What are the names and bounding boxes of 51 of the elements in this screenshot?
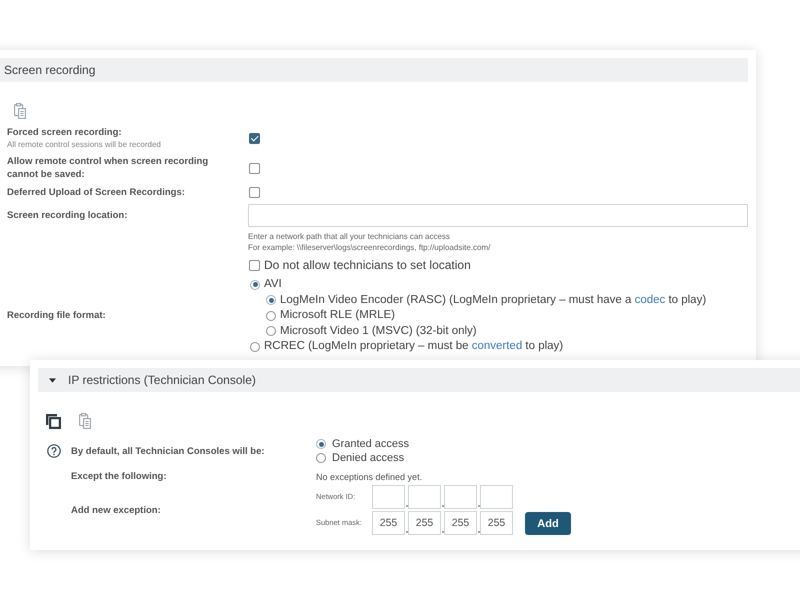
setting-description: All remote control sessions will be recorded (7, 139, 161, 150)
checkbox-label: Do not allow technicians to set location (264, 257, 471, 273)
caret-icon[interactable] (49, 378, 56, 382)
setting-label: Recording file format: (7, 309, 106, 322)
section-title: IP restrictions (Technician Console) (68, 373, 256, 387)
option-label: Microsoft RLE (MRLE) (280, 308, 396, 323)
octet-field[interactable]: 255 (480, 511, 513, 535)
option-label: Granted access (332, 437, 410, 451)
setting-label: Except the following: (71, 470, 167, 482)
octet-field[interactable] (408, 485, 441, 509)
hint-text: Enter a network path that all your technicians can access (248, 231, 450, 242)
setting-label: By default, all Technician Consoles will be: (71, 444, 265, 458)
setting-label: Deferred Upload of Screen Recordings: (7, 186, 185, 199)
radio-button[interactable] (250, 342, 260, 352)
hint-text: For example: \\fileserver\logs\screenrecordings, ftp://uploadsite.com/ (248, 242, 490, 253)
octet-field[interactable] (480, 485, 513, 509)
radio-button[interactable] (316, 453, 326, 463)
octet-field[interactable] (372, 485, 405, 509)
radio-button[interactable] (266, 295, 276, 306)
option-label: RCREC (LogMeIn proprietary – must be converted to play) (264, 339, 564, 354)
clipboard-icon[interactable] (14, 103, 26, 119)
radio-button[interactable] (250, 280, 260, 290)
status-text: No exceptions defined yet. (316, 472, 422, 482)
help-icon[interactable] (47, 444, 61, 458)
octet-field[interactable]: 255 (444, 511, 477, 535)
radio-button[interactable] (266, 326, 276, 336)
inline-link[interactable]: codec (634, 294, 666, 306)
octet-field[interactable]: 255 (408, 511, 441, 535)
option-label: Denied access (332, 451, 404, 465)
option-label: AVI (264, 277, 282, 292)
setting-label: Allow remote control when screen recording cannot be saved: (7, 155, 210, 181)
copy-icon[interactable] (46, 414, 61, 428)
section-header[interactable]: IP restrictions (Technician Console) (38, 368, 800, 392)
octet-field[interactable] (444, 485, 477, 509)
setting-label: Screen recording location: (7, 209, 128, 223)
checkbox[interactable] (249, 187, 260, 198)
setting-label: Add new exception: (71, 504, 161, 516)
checkbox[interactable] (249, 132, 260, 144)
option-label: LogMeIn Video Encoder (RASC) (LogMeIn proprietary – must have a codec to play) (280, 292, 706, 308)
checkbox[interactable] (249, 162, 260, 174)
inline-link[interactable]: converted (472, 340, 522, 352)
add-button[interactable]: Add (525, 512, 571, 535)
section-title: Screen recording (4, 63, 96, 77)
radio-button[interactable] (316, 439, 326, 449)
location-field[interactable] (248, 204, 748, 227)
option-label: Microsoft Video 1 (MSVC) (32-bit only) (280, 324, 477, 338)
clipboard-icon[interactable] (79, 413, 91, 429)
radio-button[interactable] (266, 310, 276, 321)
checkbox[interactable] (249, 260, 260, 270)
octet-field[interactable]: 255 (372, 511, 405, 535)
setting-label: Forced screen recording: (7, 126, 122, 139)
